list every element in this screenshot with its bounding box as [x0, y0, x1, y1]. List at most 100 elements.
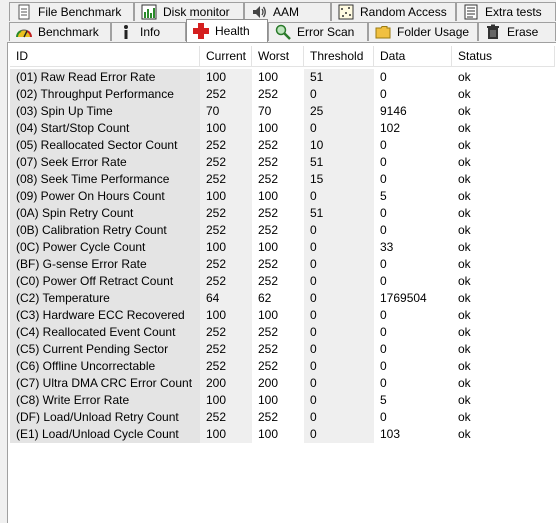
table-row[interactable]: (08) Seek Time Performance 252 252 15 0 ok: [10, 171, 555, 188]
cell-id: (C2) Temperature: [10, 290, 200, 307]
cell-current: 252: [200, 222, 252, 239]
cell-worst: 252: [258, 223, 279, 237]
cell-worst: 100: [258, 240, 279, 254]
table-row[interactable]: (C6) Offline Uncorrectable 252 252 0 0 ok: [10, 358, 555, 375]
cell-data: 9146: [380, 104, 407, 118]
cell-current: 252: [200, 256, 252, 273]
tab-row-top: File Benchmark Disk monitor AAM Random A…: [0, 2, 556, 22]
cell-worst: 100: [258, 427, 279, 441]
cell-current: 100: [200, 392, 252, 409]
cell-worst: 252: [258, 274, 279, 288]
column-header-id[interactable]: ID: [10, 46, 200, 66]
cell-status: ok: [458, 427, 471, 441]
cell-worst: 252: [258, 342, 279, 356]
cell-current: 252: [200, 205, 252, 222]
cell-threshold: 0: [304, 188, 374, 205]
tab-erase[interactable]: Erase: [478, 22, 556, 41]
table-row[interactable]: (0A) Spin Retry Count 252 252 51 0 ok: [10, 205, 555, 222]
table-row[interactable]: (0B) Calibration Retry Count 252 252 0 0 ok: [10, 222, 555, 239]
tab-label: Extra tests: [485, 5, 542, 19]
cell-worst: 252: [258, 155, 279, 169]
table-row[interactable]: (E1) Load/Unload Cycle Count 100 100 0 103 ok: [10, 426, 555, 443]
table-row[interactable]: (C0) Power Off Retract Count 252 252 0 0 ok: [10, 273, 555, 290]
tab-info[interactable]: Info: [111, 22, 186, 41]
cell-status: ok: [458, 223, 471, 237]
table-row[interactable]: (C3) Hardware ECC Recovered 100 100 0 0 ok: [10, 307, 555, 324]
cell-worst: 252: [258, 257, 279, 271]
table-row[interactable]: (C7) Ultra DMA CRC Error Count 200 200 0 0 ok: [10, 375, 555, 392]
table-row[interactable]: (C8) Write Error Rate 100 100 0 5 ok: [10, 392, 555, 409]
cell-current: 100: [200, 307, 252, 324]
cell-data: 0: [380, 274, 387, 288]
table-row[interactable]: (05) Reallocated Sector Count 252 252 10 0 ok: [10, 137, 555, 154]
cell-threshold: 25: [304, 103, 374, 120]
health-cross-icon: [193, 23, 209, 39]
cell-data: 0: [380, 223, 387, 237]
table-row[interactable]: (04) Start/Stop Count 100 100 0 102 ok: [10, 120, 555, 137]
table-row[interactable]: (C5) Current Pending Sector 252 252 0 0 ok: [10, 341, 555, 358]
cell-threshold: 0: [304, 392, 374, 409]
tab-label: Health: [215, 24, 250, 38]
tab-label: Error Scan: [297, 25, 355, 39]
cell-data: 1769504: [380, 291, 427, 305]
column-header-worst[interactable]: Worst: [252, 46, 304, 66]
table-row[interactable]: (09) Power On Hours Count 100 100 0 5 ok: [10, 188, 555, 205]
table-row[interactable]: (0C) Power Cycle Count 100 100 0 33 ok: [10, 239, 555, 256]
tab-folder-usage[interactable]: Folder Usage: [368, 22, 478, 41]
tab-file-benchmark[interactable]: File Benchmark: [9, 2, 134, 21]
tab-random-access[interactable]: Random Access: [331, 2, 456, 21]
cell-current: 100: [200, 426, 252, 443]
cell-id: (09) Power On Hours Count: [10, 188, 200, 205]
column-header-current[interactable]: Current: [200, 46, 252, 66]
cell-status: ok: [458, 240, 471, 254]
cell-current: 64: [200, 290, 252, 307]
cell-id: (08) Seek Time Performance: [10, 171, 200, 188]
tab-extra-tests[interactable]: Extra tests: [456, 2, 556, 21]
cell-worst: 252: [258, 138, 279, 152]
cell-id: (0B) Calibration Retry Count: [10, 222, 200, 239]
cell-status: ok: [458, 291, 471, 305]
cell-current: 252: [200, 137, 252, 154]
cell-status: ok: [458, 359, 471, 373]
tab-health[interactable]: Health: [186, 19, 268, 42]
cell-threshold: 0: [304, 222, 374, 239]
cell-worst: 252: [258, 206, 279, 220]
tab-label: Info: [140, 25, 161, 39]
table-row[interactable]: (01) Raw Read Error Rate 100 100 51 0 ok: [10, 69, 555, 86]
table-row[interactable]: (C4) Reallocated Event Count 252 252 0 0 ok: [10, 324, 555, 341]
cell-id: (C3) Hardware ECC Recovered: [10, 307, 200, 324]
table-row[interactable]: (07) Seek Error Rate 252 252 51 0 ok: [10, 154, 555, 171]
cell-status: ok: [458, 308, 471, 322]
cell-data: 0: [380, 206, 387, 220]
cell-current: 252: [200, 273, 252, 290]
cell-current: 252: [200, 409, 252, 426]
cell-data: 0: [380, 308, 387, 322]
cell-threshold: 0: [304, 409, 374, 426]
tab-label: Random Access: [360, 5, 447, 19]
tab-error-scan[interactable]: Error Scan: [268, 22, 368, 41]
table-row[interactable]: (DF) Load/Unload Retry Count 252 252 0 0 ok: [10, 409, 555, 426]
cell-worst: 252: [258, 172, 279, 186]
cell-current: 252: [200, 358, 252, 375]
tab-benchmark[interactable]: Benchmark: [9, 22, 111, 41]
cell-id: (E1) Load/Unload Cycle Count: [10, 426, 200, 443]
cell-worst: 100: [258, 121, 279, 135]
table-row[interactable]: (C2) Temperature 64 62 0 1769504 ok: [10, 290, 555, 307]
cell-status: ok: [458, 342, 471, 356]
speaker-icon: [251, 4, 267, 20]
column-header-threshold[interactable]: Threshold: [304, 46, 374, 66]
cell-data: 0: [380, 155, 387, 169]
info-icon: [118, 24, 134, 40]
cell-id: (04) Start/Stop Count: [10, 120, 200, 137]
cell-data: 0: [380, 410, 387, 424]
table-row[interactable]: (02) Throughput Performance 252 252 0 0 ok: [10, 86, 555, 103]
column-header-data[interactable]: Data: [374, 46, 452, 66]
column-header-status[interactable]: Status: [452, 46, 555, 66]
cell-threshold: 0: [304, 324, 374, 341]
table-row[interactable]: (BF) G-sense Error Rate 252 252 0 0 ok: [10, 256, 555, 273]
cell-threshold: 0: [304, 341, 374, 358]
table-row[interactable]: (03) Spin Up Time 70 70 25 9146 ok: [10, 103, 555, 120]
cell-status: ok: [458, 376, 471, 390]
cell-threshold: 0: [304, 273, 374, 290]
cell-status: ok: [458, 138, 471, 152]
